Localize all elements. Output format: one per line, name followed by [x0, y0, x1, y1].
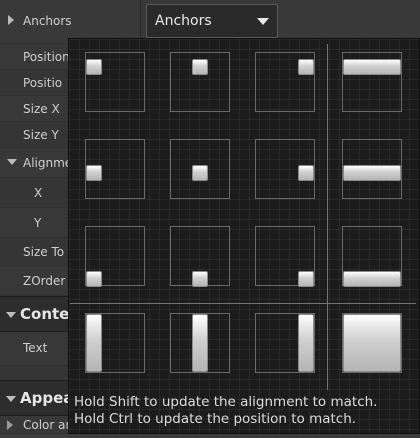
alignment-label: Alignme	[23, 156, 73, 170]
alignment-x-label: X	[34, 186, 43, 200]
zorder-label: ZOrder	[23, 274, 66, 288]
anchor-marker-icon	[298, 59, 314, 75]
collapse-arrow-icon	[6, 396, 16, 402]
anchors-dropdown-value: Anchors	[155, 13, 212, 29]
anchor-preset-bottom-right[interactable]	[247, 218, 323, 294]
anchor-preset-top-right[interactable]	[247, 44, 323, 120]
anchor-marker-icon	[298, 271, 314, 287]
anchor-marker-icon	[192, 165, 208, 181]
anchor-marker-icon	[86, 314, 102, 372]
anchor-marker-icon	[298, 165, 314, 181]
anchor-preset-stretch-right[interactable]	[247, 305, 323, 381]
hint-ctrl: Hold Ctrl to update the position to matc…	[74, 411, 357, 427]
anchor-preset-stretch-center[interactable]	[162, 305, 238, 381]
size-y-label: Size Y	[23, 128, 59, 142]
anchor-preset-stretch-full[interactable]	[334, 305, 410, 381]
anchor-marker-icon	[343, 271, 401, 287]
anchor-preset-bottom-center[interactable]	[162, 218, 238, 294]
hint-shift: Hold Shift to update the alignment to ma…	[74, 394, 378, 410]
color-opacity-label: Color an	[23, 418, 74, 432]
anchor-marker-icon	[86, 59, 102, 75]
size-x-label: Size X	[23, 102, 60, 116]
anchor-marker-icon	[86, 271, 102, 287]
collapse-arrow-icon[interactable]	[7, 159, 17, 165]
collapse-arrow-icon	[6, 312, 16, 318]
anchor-marker-icon	[192, 59, 208, 75]
position-y-label: Positio	[23, 76, 63, 90]
anchor-marker-icon	[343, 165, 401, 181]
anchor-preset-top-stretch[interactable]	[334, 44, 410, 120]
alignment-y-label: Y	[34, 216, 42, 230]
anchor-preset-top-center[interactable]	[162, 44, 238, 120]
anchor-preset-top-left[interactable]	[77, 44, 153, 120]
position-x-label: Position	[23, 50, 70, 64]
expand-arrow-icon[interactable]	[8, 15, 14, 25]
anchor-marker-icon	[343, 314, 401, 372]
anchor-marker-icon	[192, 271, 208, 287]
anchors-dropdown[interactable]: Anchors	[146, 4, 278, 38]
anchor-marker-icon	[192, 314, 208, 372]
appearance-section-title: Appea	[20, 389, 74, 407]
anchor-preset-center-stretch[interactable]	[334, 131, 410, 207]
chevron-down-icon	[257, 18, 269, 25]
anchor-preset-stretch-left[interactable]	[77, 305, 153, 381]
center-vertical-guide	[327, 44, 328, 390]
center-horizontal-guide	[70, 303, 416, 304]
anchor-hint-text: Hold Shift to update the alignment to ma…	[74, 394, 418, 428]
anchor-marker-icon	[86, 165, 102, 181]
content-section-title: Conte	[20, 305, 70, 323]
expand-arrow-icon[interactable]	[7, 420, 13, 430]
anchor-marker-icon	[298, 314, 314, 372]
anchor-preset-center[interactable]	[162, 131, 238, 207]
text-label: Text	[23, 341, 48, 355]
anchor-marker-icon	[343, 59, 401, 75]
anchor-preset-bottom-left[interactable]	[77, 218, 153, 294]
anchor-preset-center-left[interactable]	[77, 131, 153, 207]
anchor-preset-center-right[interactable]	[247, 131, 323, 207]
details-panel: Anchors Anchors Position Positio Size X …	[0, 0, 420, 434]
anchor-preset-bottom-stretch[interactable]	[334, 218, 410, 294]
anchors-label: Anchors	[23, 14, 72, 28]
size-to-content-label: Size To	[23, 245, 65, 259]
